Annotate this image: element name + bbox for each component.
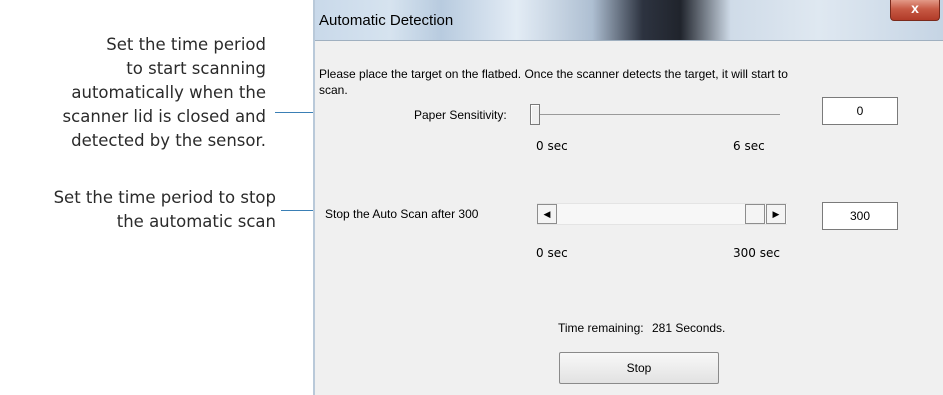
- scroll-left-button[interactable]: ◀: [537, 204, 557, 224]
- auto-scan-min-label: 0 sec: [536, 246, 568, 260]
- auto-scan-value[interactable]: 300: [822, 202, 898, 230]
- slider-thumb[interactable]: [530, 104, 540, 125]
- auto-scan-label: Stop the Auto Scan after 300: [325, 207, 479, 221]
- annotation-start-period: Set the time period to start scanning au…: [0, 33, 266, 153]
- time-remaining-value: 281 Seconds.: [652, 321, 726, 335]
- dialog-body: Please place the target on the flatbed. …: [315, 40, 943, 395]
- sensitivity-min-label: 0 sec: [536, 139, 568, 153]
- annotation-line: to start scanning: [126, 59, 266, 78]
- window-title: Automatic Detection: [319, 12, 454, 29]
- arrow-right-icon: ▶: [772, 209, 780, 219]
- annotation-line: scanner lid is closed and: [62, 107, 266, 126]
- slider-track: [530, 114, 780, 115]
- annotation-line: automatically when the: [71, 83, 266, 102]
- instruction-text: Please place the target on the flatbed. …: [319, 67, 788, 81]
- close-button[interactable]: x: [890, 0, 940, 21]
- paper-sensitivity-label: Paper Sensitivity:: [414, 108, 507, 122]
- sensitivity-max-label: 6 sec: [733, 139, 765, 153]
- auto-scan-max-label: 300 sec: [733, 246, 780, 260]
- automatic-detection-dialog: Automatic Detection x Please place the t…: [313, 0, 943, 395]
- annotation-line: Set the time period: [106, 35, 266, 54]
- scroll-thumb[interactable]: [745, 204, 765, 224]
- paper-sensitivity-slider[interactable]: [530, 103, 780, 127]
- annotation-line: Set the time period to stop: [53, 188, 276, 207]
- scroll-right-button[interactable]: ▶: [766, 204, 786, 224]
- annotation-line: the automatic scan: [116, 212, 276, 231]
- time-remaining-label: Time remaining:: [558, 321, 644, 335]
- annotation-line: detected by the sensor.: [71, 131, 266, 150]
- arrow-left-icon: ◀: [543, 209, 551, 219]
- title-bar: Automatic Detection x: [315, 0, 943, 40]
- auto-scan-scrollbar[interactable]: ◀ ▶: [537, 203, 787, 225]
- close-icon: x: [911, 0, 919, 16]
- annotation-stop-period: Set the time period to stop the automati…: [0, 186, 276, 234]
- instruction-text-cont: scan.: [319, 83, 348, 97]
- stop-button[interactable]: Stop: [559, 352, 719, 384]
- paper-sensitivity-value[interactable]: 0: [822, 97, 898, 125]
